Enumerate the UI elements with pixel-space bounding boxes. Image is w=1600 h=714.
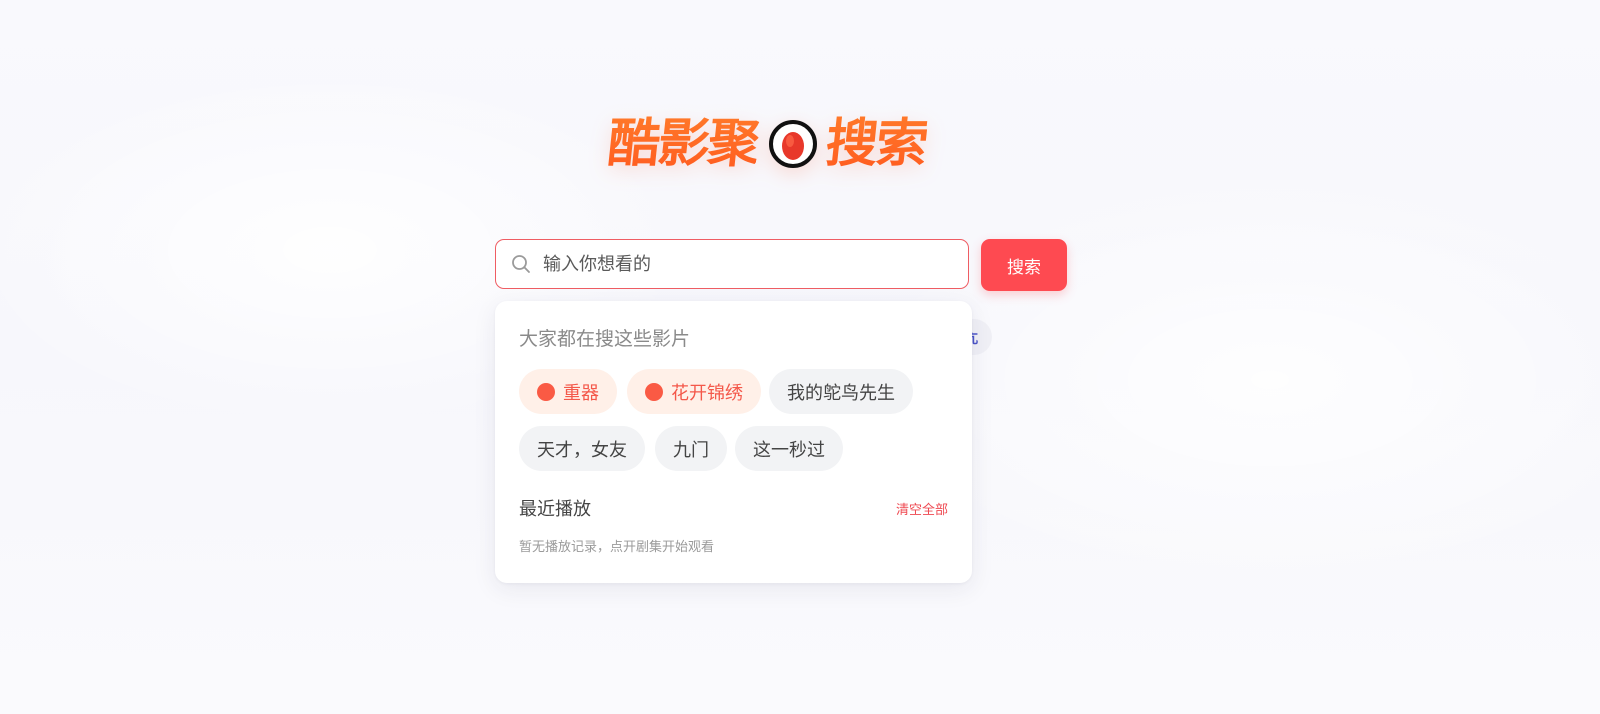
logo-text-right: 搜索 xyxy=(822,114,930,174)
red-egg-circle-icon xyxy=(769,120,818,168)
hot-dot-icon xyxy=(537,382,555,401)
search-chip[interactable]: 我的鸵鸟先生 xyxy=(769,369,913,414)
search-chip[interactable]: 天才，女友 xyxy=(519,426,645,471)
search-chip[interactable]: 九门 xyxy=(655,426,727,471)
logo-text-left: 酷影聚 xyxy=(604,114,762,174)
search-chip[interactable]: 这一秒过 xyxy=(735,426,843,471)
clear-all-link[interactable]: 清空全部 xyxy=(896,499,948,518)
hot-search-chip[interactable]: 花开锦绣 xyxy=(627,369,761,414)
search-icon xyxy=(512,255,530,273)
search-box[interactable] xyxy=(495,239,969,289)
hot-dot-icon xyxy=(645,382,663,401)
chip-label: 重器 xyxy=(563,382,599,404)
search-suggestion-panel: 大家都在搜这些影片 重器 花开锦绣 我的鸵鸟先生 天才，女友 九门 这一秒过 最… xyxy=(495,301,972,583)
chip-label: 天才，女友 xyxy=(537,439,627,461)
site-logo[interactable]: 酷影聚 搜索 xyxy=(604,112,929,176)
chip-label: 我的鸵鸟先生 xyxy=(787,382,895,404)
search-button[interactable]: 搜索 xyxy=(981,239,1067,291)
recent-play-title: 最近播放 xyxy=(519,499,591,520)
chip-label: 九门 xyxy=(673,439,709,461)
chip-label: 花开锦绣 xyxy=(671,382,743,404)
recent-empty-text: 暂无播放记录，点开剧集开始观看 xyxy=(519,540,715,555)
hot-search-chip[interactable]: 重器 xyxy=(519,369,617,414)
hot-search-title: 大家都在搜这些影片 xyxy=(519,328,691,350)
chip-label: 这一秒过 xyxy=(753,439,825,461)
search-input[interactable] xyxy=(543,244,943,284)
